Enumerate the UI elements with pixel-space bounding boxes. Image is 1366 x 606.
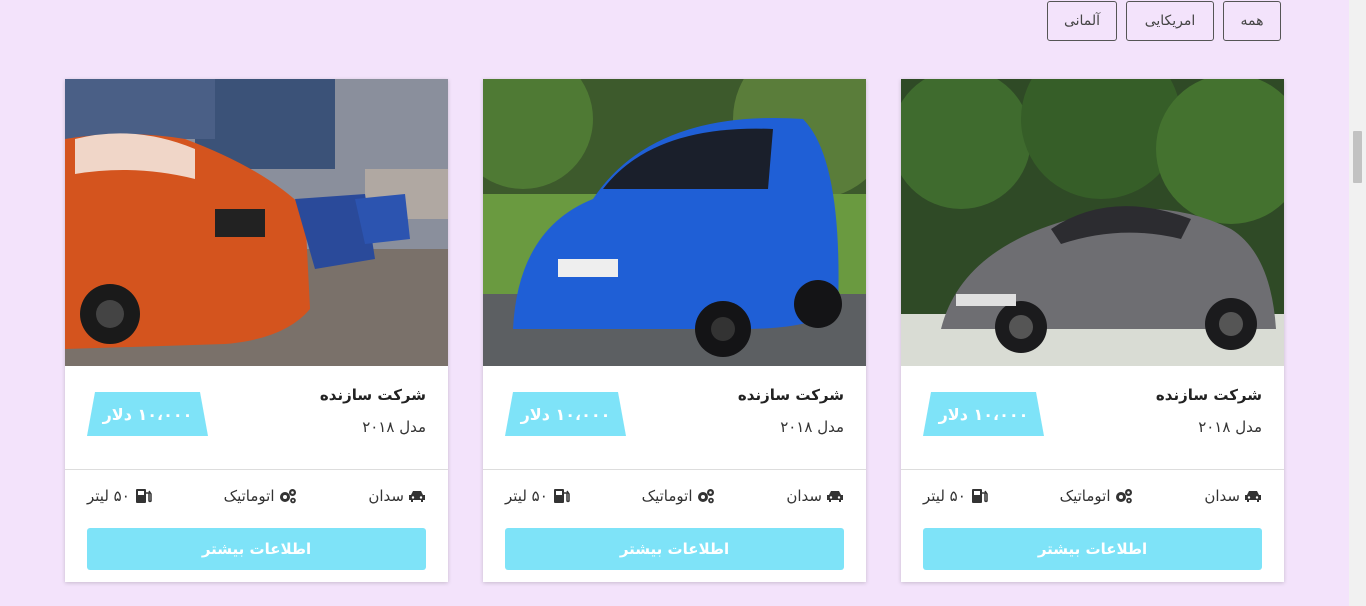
divider bbox=[901, 469, 1284, 470]
spec-fuel: ۵۰ لیتر bbox=[87, 487, 152, 505]
price-badge: ۱۰،۰۰۰ دلار bbox=[87, 392, 208, 436]
car-photo bbox=[65, 79, 448, 366]
spec-transmission-label: اتوماتیک bbox=[1059, 487, 1111, 505]
scrollbar-thumb[interactable] bbox=[1353, 131, 1362, 183]
price-badge: ۱۰،۰۰۰ دلار bbox=[505, 392, 626, 436]
more-info-button[interactable]: اطلاعات بیشتر bbox=[923, 528, 1262, 570]
filter-american-button[interactable]: امریکایی bbox=[1126, 1, 1214, 41]
spec-body-label: سدان bbox=[1204, 487, 1240, 505]
more-info-button[interactable]: اطلاعات بیشتر bbox=[505, 528, 844, 570]
car-card: شرکت سازنده مدل ۲۰۱۸ ۱۰،۰۰۰ دلار سدان ات… bbox=[901, 79, 1284, 582]
spec-fuel: ۵۰ لیتر bbox=[923, 487, 988, 505]
spec-body-label: سدان bbox=[368, 487, 404, 505]
manufacturer-title: شرکت سازنده bbox=[737, 386, 844, 404]
spec-body: سدان bbox=[368, 487, 426, 505]
spec-transmission: اتوماتیک bbox=[1060, 487, 1133, 505]
model-year: مدل ۲۰۱۸ bbox=[780, 418, 844, 436]
spec-fuel-label: ۵۰ لیتر bbox=[505, 487, 548, 505]
filter-german-button[interactable]: آلمانی bbox=[1047, 1, 1117, 41]
page-scrollbar[interactable] bbox=[1349, 0, 1366, 606]
model-year: مدل ۲۰۱۸ bbox=[362, 418, 426, 436]
car-icon bbox=[409, 491, 425, 502]
car-photo bbox=[901, 79, 1284, 366]
spec-body: سدان bbox=[786, 487, 844, 505]
spec-transmission: اتوماتیک bbox=[224, 487, 297, 505]
filter-all-button[interactable]: همه bbox=[1223, 1, 1281, 41]
gears-icon bbox=[1115, 489, 1132, 504]
specs-row: سدان اتوماتیک ۵۰ لیتر bbox=[505, 485, 844, 507]
car-card: شرکت سازنده مدل ۲۰۱۸ ۱۰،۰۰۰ دلار سدان ات… bbox=[483, 79, 866, 582]
spec-fuel-label: ۵۰ لیتر bbox=[923, 487, 966, 505]
fuel-pump-icon bbox=[135, 489, 152, 503]
spec-fuel: ۵۰ لیتر bbox=[505, 487, 570, 505]
spec-fuel-label: ۵۰ لیتر bbox=[87, 487, 130, 505]
manufacturer-title: شرکت سازنده bbox=[319, 386, 426, 404]
filter-bar: همه امریکایی آلمانی bbox=[1047, 1, 1281, 41]
car-icon bbox=[827, 491, 843, 502]
divider bbox=[65, 469, 448, 470]
spec-transmission-label: اتوماتیک bbox=[641, 487, 693, 505]
price-badge: ۱۰،۰۰۰ دلار bbox=[923, 392, 1044, 436]
specs-row: سدان اتوماتیک ۵۰ لیتر bbox=[923, 485, 1262, 507]
more-info-button[interactable]: اطلاعات بیشتر bbox=[87, 528, 426, 570]
car-photo bbox=[483, 79, 866, 366]
spec-body-label: سدان bbox=[786, 487, 822, 505]
model-year: مدل ۲۰۱۸ bbox=[1198, 418, 1262, 436]
fuel-pump-icon bbox=[553, 489, 570, 503]
spec-body: سدان bbox=[1204, 487, 1262, 505]
spec-transmission-label: اتوماتیک bbox=[223, 487, 275, 505]
car-card: شرکت سازنده مدل ۲۰۱۸ ۱۰،۰۰۰ دلار سدان ات… bbox=[65, 79, 448, 582]
fuel-pump-icon bbox=[971, 489, 988, 503]
divider bbox=[483, 469, 866, 470]
car-icon bbox=[1245, 491, 1261, 502]
spec-transmission: اتوماتیک bbox=[642, 487, 715, 505]
specs-row: سدان اتوماتیک ۵۰ لیتر bbox=[87, 485, 426, 507]
gears-icon bbox=[697, 489, 714, 504]
gears-icon bbox=[279, 489, 296, 504]
manufacturer-title: شرکت سازنده bbox=[1155, 386, 1262, 404]
